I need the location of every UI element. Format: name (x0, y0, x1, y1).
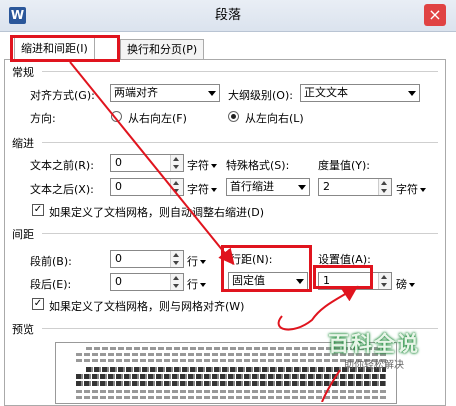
watermark-subtext: 助你轻松解决 (344, 360, 404, 371)
annotation-arrow (69, 61, 235, 266)
annotation-curve-arrow (277, 285, 359, 331)
watermark-text: 百科全说 (328, 332, 420, 356)
watermark-logo: 百科全说 助你轻松解决 (318, 328, 430, 376)
